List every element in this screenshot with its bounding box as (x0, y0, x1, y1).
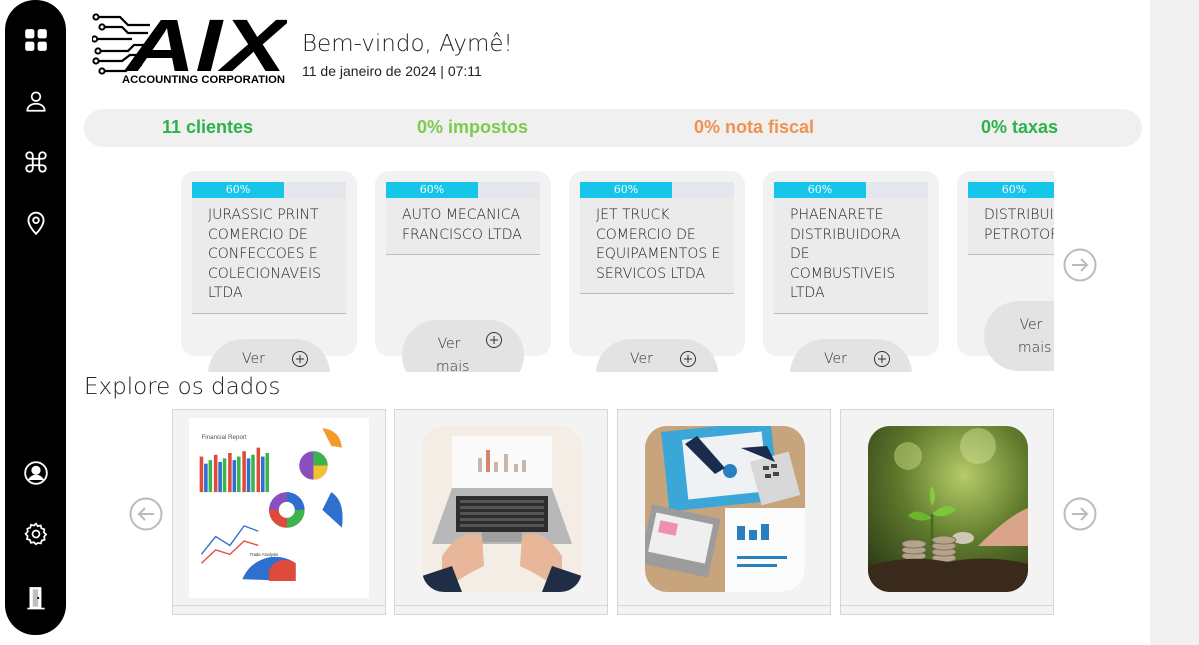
stat-taxes: 0% impostos (417, 117, 529, 137)
client-progress-bar: 60% (968, 182, 1054, 198)
client-card: 60% JURASSIC PRINT COMERCIO DE CONFECCOE… (181, 171, 357, 372)
explore-title: Explore os dados (84, 374, 281, 400)
stats-bar: 11 clientes 0% impostos 0% nota fiscal 0… (84, 109, 1142, 147)
view-more-button[interactable]: Ver mais (402, 320, 524, 372)
gear-icon[interactable] (20, 518, 52, 550)
client-progress-bar: 60% (192, 182, 346, 198)
view-more-label: Ver mais (1018, 317, 1052, 356)
financial-report-image: Financial Report Trade Analysis (189, 418, 369, 598)
client-progress-label: 60% (613, 183, 639, 196)
sidebar (5, 0, 66, 635)
client-progress-label: 60% (419, 183, 445, 196)
stat-invoice: 0% nota fiscal (694, 117, 815, 137)
date-time: 11 de janeiro de 2024 | 07:11 (302, 63, 482, 79)
view-more-label: Ver (630, 351, 653, 367)
user-icon[interactable] (20, 85, 52, 117)
clients-carousel: 60% JURASSIC PRINT COMERCIO DE CONFECCOE… (181, 170, 1054, 372)
laptop-typing-image (422, 426, 582, 592)
plus-circle-icon (680, 351, 696, 367)
client-progress-bar: 60% (580, 182, 734, 198)
view-more-button[interactable]: Ver (208, 339, 330, 372)
stat-fees: 0% taxas (981, 117, 1059, 137)
client-progress-label: 60% (1001, 183, 1027, 196)
coins-plant-image (868, 426, 1028, 592)
client-name: JET TRUCK COMERCIO DE EQUIPAMENTOS E SER… (580, 198, 734, 294)
plus-circle-icon (874, 351, 890, 367)
report-caption-title: Financial Report (201, 434, 247, 441)
view-more-button[interactable]: Ver (790, 339, 912, 372)
right-scroll-strip (1150, 0, 1199, 645)
welcome-message: Bem-vindo, Aymê! (302, 31, 513, 57)
explore-card-financial-report[interactable]: Financial Report Trade Analysis (172, 409, 386, 615)
client-progress-bar: 60% (386, 182, 540, 198)
command-icon[interactable] (20, 146, 52, 178)
explore-prev-arrow-icon[interactable] (129, 497, 163, 531)
card-divider (841, 605, 1053, 606)
client-card: 60% DISTRIBUIDORA PETROTORRE JC Ver mais (957, 171, 1054, 371)
client-progress-label: 60% (807, 183, 833, 196)
client-card: 60% PHAENARETE DISTRIBUIDORA DE COMBUSTI… (763, 171, 939, 372)
view-more-label: Ver (242, 351, 265, 367)
report-caption-sub: Trade Analysis (249, 552, 279, 557)
view-more-button[interactable]: Ver mais (984, 301, 1054, 371)
dashboard-grid-icon[interactable] (20, 24, 52, 56)
stat-clients: 11 clientes (162, 117, 254, 137)
client-name: JURASSIC PRINT COMERCIO DE CONFECCOES E … (192, 198, 346, 314)
desk-documents-image (645, 426, 805, 592)
view-more-label: Ver mais (436, 336, 470, 372)
client-name: DISTRIBUIDORA PETROTORRE JC (968, 198, 1054, 255)
card-divider (173, 605, 385, 606)
exit-door-icon[interactable] (20, 582, 52, 614)
explore-next-arrow-icon[interactable] (1063, 497, 1097, 531)
explore-card-laptop[interactable] (394, 409, 608, 615)
clients-next-arrow-icon[interactable] (1063, 248, 1097, 282)
client-name: PHAENARETE DISTRIBUIDORA DE COMBUSTIVEIS… (774, 198, 928, 314)
client-card: 60% AUTO MECANICA FRANCISCO LTDA Ver mai… (375, 171, 551, 372)
plus-circle-icon (486, 332, 502, 348)
card-divider (618, 605, 830, 606)
client-card: 60% JET TRUCK COMERCIO DE EQUIPAMENTOS E… (569, 171, 745, 372)
explore-card-desk-documents[interactable] (617, 409, 831, 615)
plus-circle-icon (292, 351, 308, 367)
explore-card-coins-plant[interactable] (840, 409, 1054, 615)
view-more-label: Ver (824, 351, 847, 367)
client-name: AUTO MECANICA FRANCISCO LTDA (386, 198, 540, 255)
logo-sub-text: ACCOUNTING CORPORATION (122, 74, 285, 86)
card-divider (395, 605, 607, 606)
client-progress-label: 60% (225, 183, 251, 196)
company-logo: AIX ACCOUNTING CORPORATION (91, 4, 292, 87)
view-more-button[interactable]: Ver (596, 339, 718, 372)
account-circle-icon[interactable] (20, 457, 52, 489)
location-pin-icon[interactable] (20, 207, 52, 239)
client-progress-bar: 60% (774, 182, 928, 198)
